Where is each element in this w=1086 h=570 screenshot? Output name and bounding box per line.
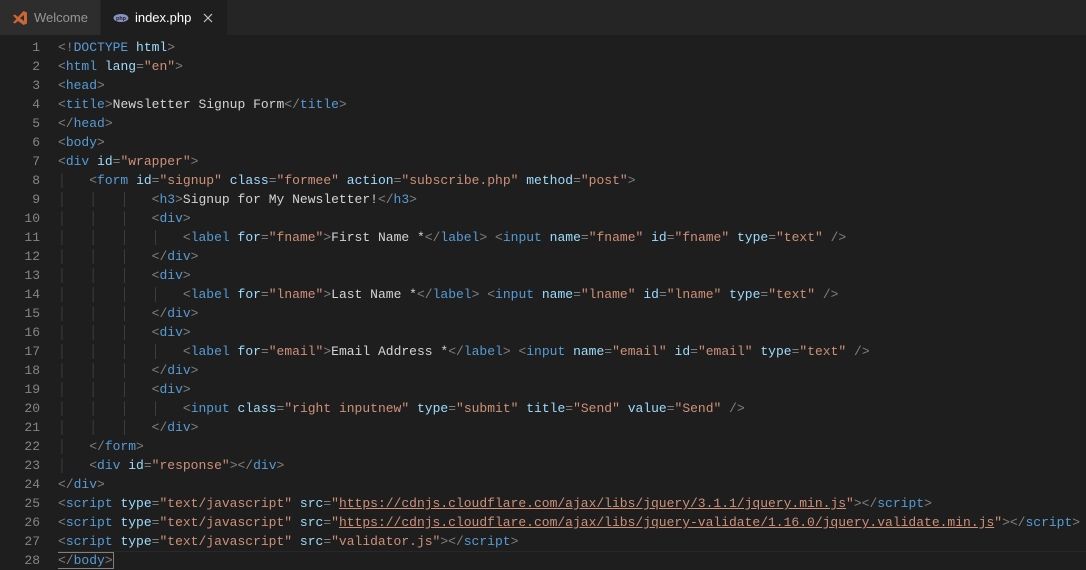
line-number: 15	[0, 304, 40, 323]
code-line: <div id="wrapper">	[58, 152, 1086, 171]
code-line: <body>	[58, 133, 1086, 152]
tab-welcome[interactable]: Welcome	[0, 0, 101, 35]
code-area[interactable]: <!DOCTYPE html><html lang="en"><head><ti…	[58, 35, 1086, 569]
line-number: 23	[0, 456, 40, 475]
code-line: </div>	[58, 475, 1086, 494]
code-line: │ │ │ </div>	[58, 361, 1086, 380]
line-number: 16	[0, 323, 40, 342]
code-line: │ │ │ <div>	[58, 266, 1086, 285]
line-number: 21	[0, 418, 40, 437]
tab-label: index.php	[135, 10, 191, 25]
code-line: │ │ │ </div>	[58, 418, 1086, 437]
line-number: 18	[0, 361, 40, 380]
line-number: 7	[0, 152, 40, 171]
line-number: 26	[0, 513, 40, 532]
code-line: │ │ │ <div>	[58, 380, 1086, 399]
line-number: 20	[0, 399, 40, 418]
code-line: │ </form>	[58, 437, 1086, 456]
line-number: 12	[0, 247, 40, 266]
vscode-icon	[12, 10, 28, 26]
line-number: 4	[0, 95, 40, 114]
line-number: 2	[0, 57, 40, 76]
code-line: <head>	[58, 76, 1086, 95]
editor: 1234567891011121314151617181920212223242…	[0, 35, 1086, 569]
line-number: 8	[0, 171, 40, 190]
code-line: <html lang="en">	[58, 57, 1086, 76]
line-number-gutter: 1234567891011121314151617181920212223242…	[0, 35, 58, 569]
php-icon: php	[113, 10, 129, 26]
line-number: 13	[0, 266, 40, 285]
code-line: │ │ │ <div>	[58, 209, 1086, 228]
code-line: │ │ │ </div>	[58, 304, 1086, 323]
line-number: 17	[0, 342, 40, 361]
code-line: <!DOCTYPE html>	[58, 38, 1086, 57]
line-number: 24	[0, 475, 40, 494]
line-number: 9	[0, 190, 40, 209]
line-number: 22	[0, 437, 40, 456]
tab-bar: Welcome php index.php	[0, 0, 1086, 35]
line-number: 5	[0, 114, 40, 133]
code-line: │ <form id="signup" class="formee" actio…	[58, 171, 1086, 190]
line-number: 28	[0, 551, 40, 570]
code-line: <script type="text/javascript" src="http…	[58, 513, 1086, 532]
line-number: 25	[0, 494, 40, 513]
code-line: │ │ │ </div>	[58, 247, 1086, 266]
line-number: 10	[0, 209, 40, 228]
svg-text:php: php	[116, 16, 127, 22]
tab-label: Welcome	[34, 10, 88, 25]
code-line: │ │ │ │ <label for="lname">Last Name *</…	[58, 285, 1086, 304]
line-number: 3	[0, 76, 40, 95]
line-number: 27	[0, 532, 40, 551]
line-number: 19	[0, 380, 40, 399]
code-line: │ │ │ <div>	[58, 323, 1086, 342]
code-line: <title>Newsletter Signup Form</title>	[58, 95, 1086, 114]
close-icon[interactable]	[201, 11, 215, 25]
tab-index-php[interactable]: php index.php	[101, 0, 228, 35]
code-line: </head>	[58, 114, 1086, 133]
code-line: │ │ │ │ <label for="fname">First Name *<…	[58, 228, 1086, 247]
code-line: │ │ │ │ <input class="right inputnew" ty…	[58, 399, 1086, 418]
code-line: │ │ │ <h3>Signup for My Newsletter!</h3>	[58, 190, 1086, 209]
code-line: </body>	[58, 551, 1086, 569]
code-line: <script type="text/javascript" src="vali…	[58, 532, 1086, 551]
line-number: 14	[0, 285, 40, 304]
code-line: │ <div id="response"></div>	[58, 456, 1086, 475]
line-number: 1	[0, 38, 40, 57]
line-number: 6	[0, 133, 40, 152]
code-line: <script type="text/javascript" src="http…	[58, 494, 1086, 513]
code-line: │ │ │ │ <label for="email">Email Address…	[58, 342, 1086, 361]
line-number: 11	[0, 228, 40, 247]
